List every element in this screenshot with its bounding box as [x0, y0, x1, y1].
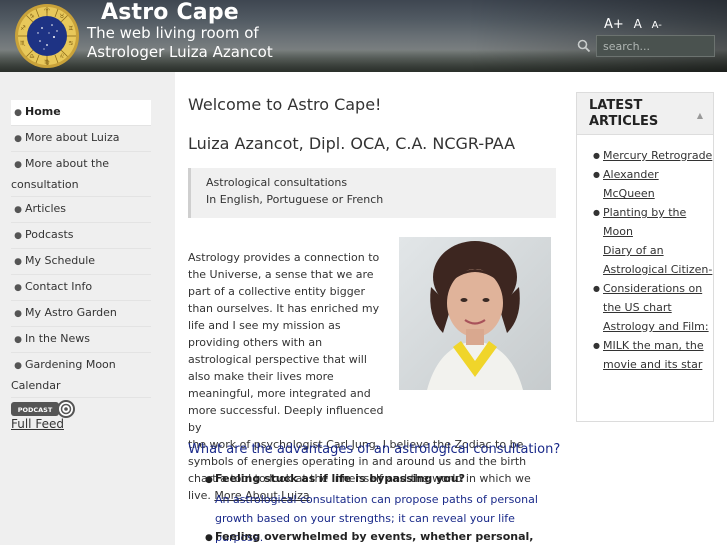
- nav-item-label: Articles: [25, 202, 67, 215]
- collapse-arrow-icon[interactable]: ▲: [697, 111, 703, 120]
- site-header: ♈ ♉ ♊ ♋ ♌ ♍ ♎ ♏ ♐ ♑ Astro Cape The web living …: [0, 0, 727, 72]
- intro-text: Astrology provides a connection to the U…: [188, 251, 384, 434]
- site-slogan: The web living room of Astrologer Luiza …: [87, 24, 273, 61]
- bullet-icon: ●: [14, 134, 22, 144]
- quote-line: Astrological consultations: [206, 176, 348, 189]
- bullet-icon: ●: [14, 361, 22, 371]
- nav-item-label: Contact Info: [25, 280, 93, 293]
- main-navigation: ● Home ● More about Luiza ● More about the …: [11, 100, 151, 398]
- bullet-icon: ●: [205, 533, 213, 543]
- svg-text:♌: ♌: [59, 53, 64, 60]
- nav-item-label: My Astro Garden: [25, 306, 117, 319]
- nav-item-my-astro-garden[interactable]: ● My Astro Garden: [11, 301, 151, 327]
- nav-item-more-about-luiza[interactable]: ● More about Luiza: [11, 126, 151, 152]
- bullet-icon: ●: [593, 170, 600, 179]
- search-input[interactable]: [596, 35, 715, 57]
- podcast-badge-icon[interactable]: PODCAST: [11, 399, 75, 419]
- latest-articles-heading: LATEST ARTICLES: [577, 93, 713, 135]
- svg-text:♏: ♏: [20, 40, 26, 47]
- svg-text:♋: ♋: [68, 40, 73, 47]
- svg-text:♈: ♈: [44, 8, 50, 15]
- article-item[interactable]: ● Astrology and Film: MILK the man, the m…: [591, 317, 713, 374]
- podcast-badge-label: PODCAST: [18, 406, 53, 414]
- article-link[interactable]: Astrology and Film: MILK the man, the mo…: [603, 320, 709, 371]
- bullet-icon: ●: [14, 160, 22, 170]
- nav-item-gardening-moon-calendar[interactable]: ● Gardening Moon Calendar: [11, 353, 151, 398]
- svg-text:♉: ♉: [59, 13, 64, 20]
- page: ♈ ♉ ♊ ♋ ♌ ♍ ♎ ♏ ♐ ♑ Astro Cape The web living …: [0, 0, 727, 545]
- advantage-question: Feeling stuck as if life is bypassing yo…: [215, 472, 465, 485]
- article-link[interactable]: Diary of an Astrological Citizen-Conside…: [603, 244, 712, 314]
- article-item[interactable]: ● Alexander McQueen: [591, 165, 713, 203]
- nav-item-label: Podcasts: [25, 228, 74, 241]
- advantage-question: Feeling overwhelmed by events, whether p…: [215, 530, 534, 543]
- bullet-icon: ●: [14, 257, 22, 267]
- font-decrease-button[interactable]: A-: [652, 20, 662, 31]
- bullet-icon: ●: [14, 335, 22, 345]
- nav-item-podcasts[interactable]: ● Podcasts: [11, 223, 151, 249]
- advantages-heading: What are the advantages of an astrologic…: [188, 442, 561, 457]
- nav-item-articles[interactable]: ● Articles: [11, 197, 151, 223]
- left-sidebar: ● Home ● More about Luiza ● More about the …: [0, 72, 175, 545]
- bullet-icon: ●: [14, 108, 22, 118]
- svg-text:♑: ♑: [29, 13, 34, 20]
- bullet-icon: ●: [14, 231, 22, 241]
- bullet-icon: ●: [14, 205, 22, 215]
- latest-articles-list: ● Mercury Retrograde ● Alexander McQueen ●…: [591, 146, 713, 374]
- nav-item-in-the-news[interactable]: ● In the News: [11, 327, 151, 353]
- bullet-icon: ●: [205, 475, 213, 485]
- nav-item-more-about-consultation[interactable]: ● More about the consultation: [11, 152, 151, 197]
- nav-item-contact-info[interactable]: ● Contact Info: [11, 275, 151, 301]
- bullet-icon: ●: [14, 283, 22, 293]
- site-title[interactable]: Astro Cape: [101, 0, 239, 25]
- svg-text:♐: ♐: [20, 25, 25, 32]
- page-subtitle: Luiza Azancot, Dipl. OCA, C.A. NCGR-PAA: [188, 134, 516, 153]
- svg-text:♎: ♎: [29, 53, 34, 60]
- nav-item-label: More about Luiza: [25, 131, 120, 144]
- nav-item-label: Home: [25, 105, 61, 118]
- article-link[interactable]: Alexander McQueen: [603, 168, 659, 200]
- search-icon[interactable]: [577, 39, 591, 53]
- nav-item-label: In the News: [25, 332, 90, 345]
- nav-item-label: Gardening Moon Calendar: [11, 358, 116, 392]
- svg-text:♊: ♊: [68, 25, 73, 32]
- bullet-icon: ●: [593, 341, 600, 350]
- advantage-item: ● Feeling overwhelmed by events, whether …: [205, 527, 555, 545]
- page-title: Welcome to Astro Cape!: [188, 95, 382, 114]
- nav-item-home[interactable]: ● Home: [11, 100, 151, 126]
- font-increase-button[interactable]: A+: [604, 17, 624, 32]
- article-item[interactable]: ● Planting by the Moon: [591, 203, 713, 241]
- intro-paragraph: Astrology provides a connection to the U…: [188, 249, 556, 504]
- svg-text:♍: ♍: [44, 59, 49, 66]
- latest-articles-title: LATEST ARTICLES: [589, 98, 659, 129]
- article-item[interactable]: ● Diary of an Astrological Citizen-Consid…: [591, 241, 713, 317]
- bullet-icon: ●: [593, 208, 600, 217]
- full-feed-link[interactable]: Full Feed: [11, 417, 64, 431]
- article-link[interactable]: Mercury Retrograde: [603, 149, 712, 162]
- bullet-icon: ●: [593, 151, 600, 160]
- nav-item-label: My Schedule: [25, 254, 96, 267]
- font-size-tools: A+ A A-: [604, 17, 668, 32]
- font-reset-button[interactable]: A: [634, 17, 642, 31]
- nav-item-my-schedule[interactable]: ● My Schedule: [11, 249, 151, 275]
- zodiac-wheel-logo[interactable]: ♈ ♉ ♊ ♋ ♌ ♍ ♎♏ ♐ ♑: [14, 3, 80, 69]
- nav-item-label: More about the consultation: [11, 157, 110, 191]
- bullet-icon: ●: [593, 284, 600, 293]
- bullet-icon: ●: [14, 309, 22, 319]
- consultation-quote-box: Astrological consultations In English, P…: [188, 168, 556, 218]
- latest-articles-block: LATEST ARTICLES ▲ ● Mercury Retrograde ● A…: [576, 92, 714, 422]
- article-item[interactable]: ● Mercury Retrograde: [591, 146, 713, 165]
- quote-line: In English, Portuguese or French: [206, 193, 384, 206]
- article-link[interactable]: Planting by the Moon: [603, 206, 686, 238]
